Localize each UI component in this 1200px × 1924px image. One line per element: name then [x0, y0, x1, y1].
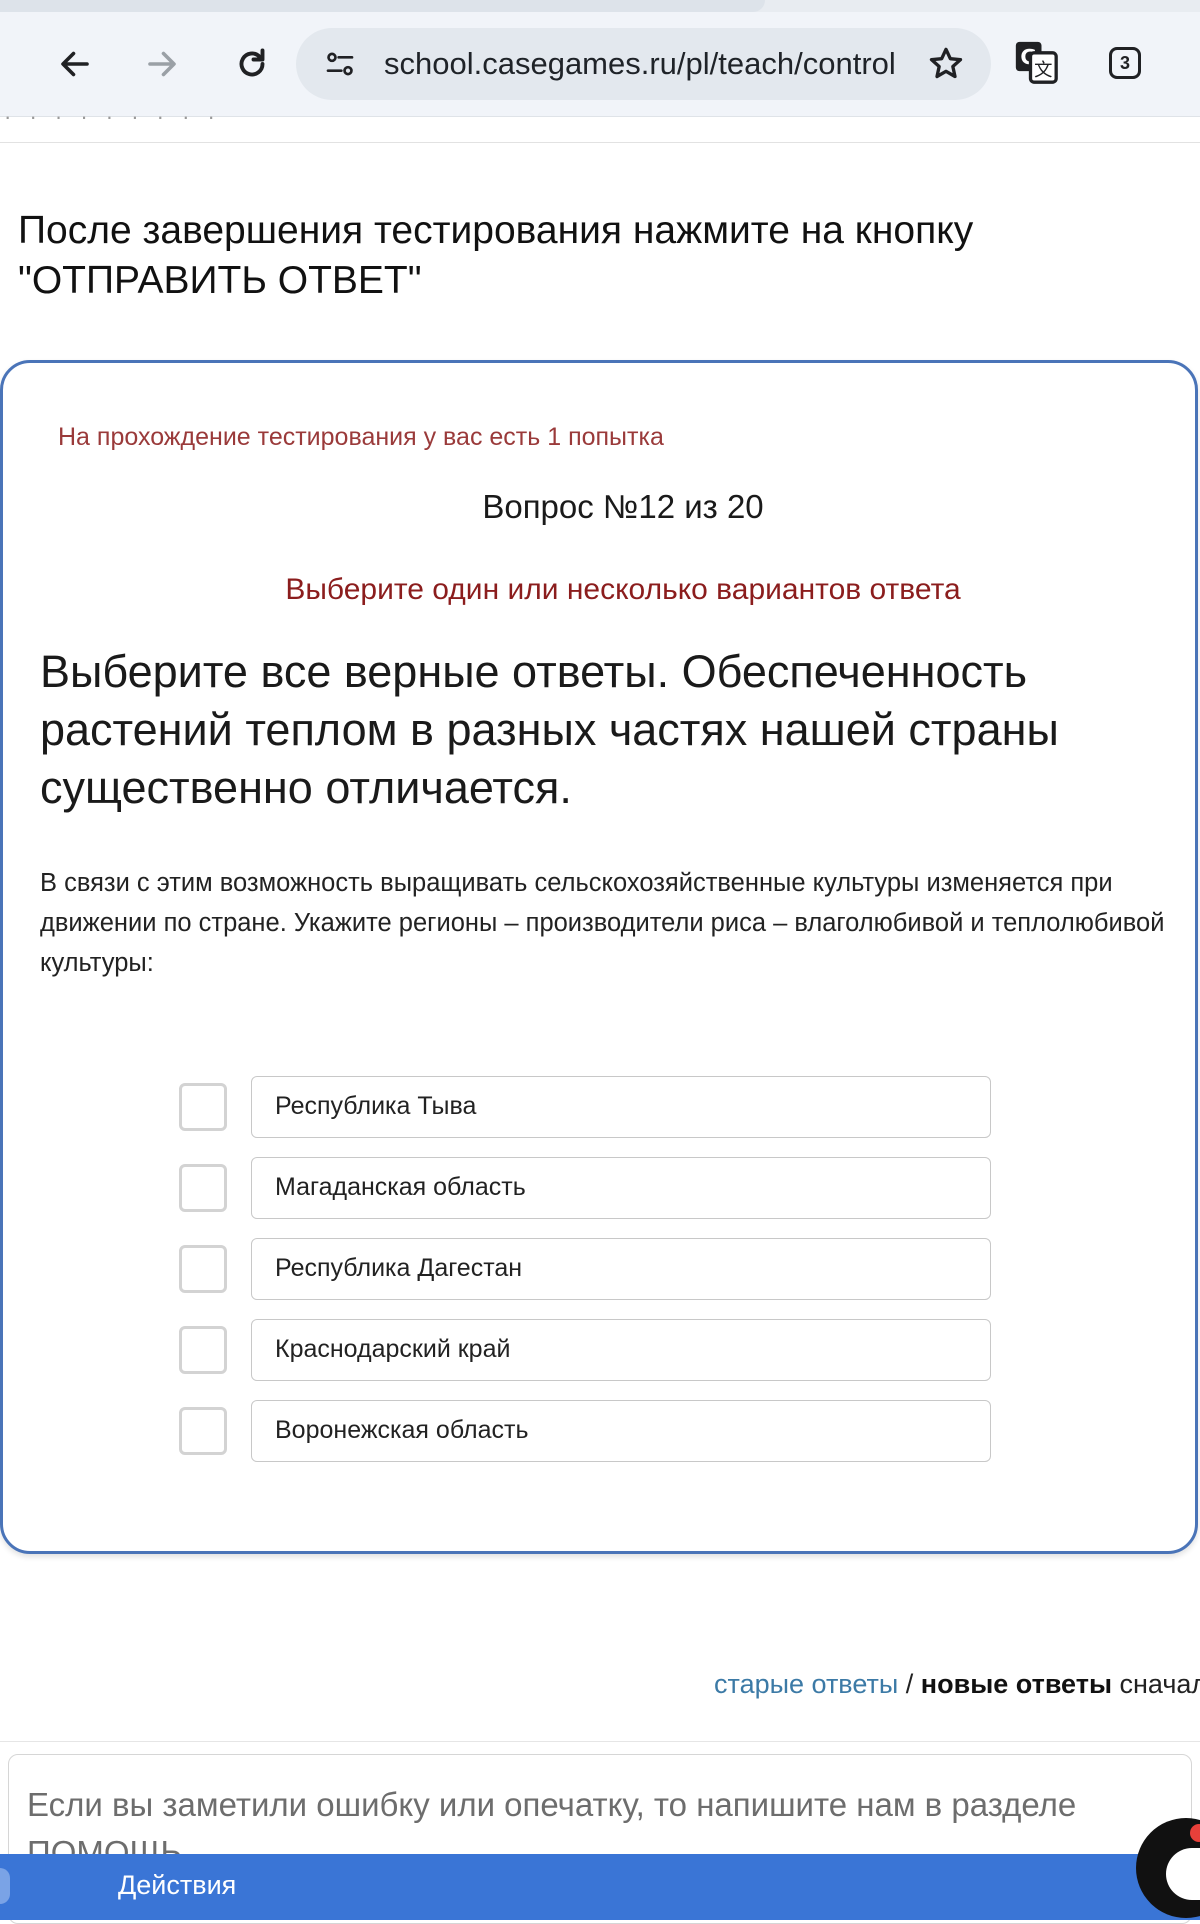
sort-separator: / [905, 1669, 914, 1699]
answer-option[interactable]: Республика Дагестан [175, 1238, 995, 1302]
answer-option[interactable]: Магаданская область [175, 1157, 995, 1221]
answer-instruction: Выберите один или несколько вариантов от… [285, 573, 961, 606]
answer-option[interactable]: Республика Тыва [175, 1076, 995, 1140]
answer-option[interactable]: Краснодарский край [175, 1319, 995, 1383]
sort-suffix: сначала [1119, 1669, 1200, 1699]
reload-icon [239, 48, 265, 77]
option-label[interactable]: Республика Дагестан [251, 1238, 991, 1300]
address-bar[interactable]: school.casegames.ru/pl/teach/control [296, 28, 991, 100]
quiz-card: На прохождение тестирования у вас есть 1… [0, 360, 1198, 1554]
actions-label[interactable]: Действия [118, 1870, 236, 1901]
divider [0, 1741, 1200, 1742]
question-description: В связи с этим возможность выращивать се… [40, 869, 1165, 977]
option-label[interactable]: Магаданская область [251, 1157, 991, 1219]
translate-icon[interactable]: G 文 [1014, 40, 1058, 84]
question-text: Выберите все верные ответы. Обеспеченнос… [40, 646, 1059, 813]
option-checkbox[interactable] [179, 1326, 227, 1374]
reload-button[interactable] [224, 36, 280, 92]
notification-dot-icon [1190, 1824, 1200, 1842]
intro-text: После завершения тестирования нажмите на… [18, 209, 974, 302]
actions-bar[interactable]: Действия [0, 1854, 1200, 1920]
arrow-right-icon [148, 51, 176, 77]
arrow-left-icon [61, 51, 89, 77]
option-checkbox[interactable] [179, 1083, 227, 1131]
actions-handle-icon[interactable] [0, 1868, 10, 1904]
attempts-notice: На прохождение тестирования у вас есть 1… [58, 423, 664, 451]
tab-count-button[interactable]: 3 [1109, 47, 1141, 79]
option-label[interactable]: Краснодарский край [251, 1319, 991, 1381]
sort-old-link[interactable]: старые ответы [714, 1669, 898, 1699]
star-icon[interactable] [926, 44, 966, 84]
answer-option[interactable]: Воронежская область [175, 1400, 995, 1464]
forward-button[interactable] [134, 36, 190, 92]
option-checkbox[interactable] [179, 1407, 227, 1455]
option-label[interactable]: Воронежская область [251, 1400, 991, 1462]
back-button[interactable] [47, 36, 103, 92]
option-label[interactable]: Республика Тыва [251, 1076, 991, 1138]
tab-strip [0, 0, 1200, 12]
option-checkbox[interactable] [179, 1245, 227, 1293]
url-text[interactable]: school.casegames.ru/pl/teach/control [384, 46, 894, 82]
site-settings-icon[interactable] [324, 48, 356, 80]
chat-icon [1166, 1848, 1200, 1900]
option-checkbox[interactable] [179, 1164, 227, 1212]
scrolled-header-remnant: · · · · · · · · · [0, 116, 1200, 143]
question-number: Вопрос №12 из 20 [482, 488, 764, 525]
svg-text:文: 文 [1034, 60, 1052, 81]
browser-toolbar: school.casegames.ru/pl/teach/control G 文… [0, 0, 1200, 117]
comment-sort: старые ответы / новые ответы сначала [714, 1669, 1200, 1700]
active-tab[interactable] [0, 0, 765, 12]
sort-new-active[interactable]: новые ответы [921, 1669, 1112, 1699]
